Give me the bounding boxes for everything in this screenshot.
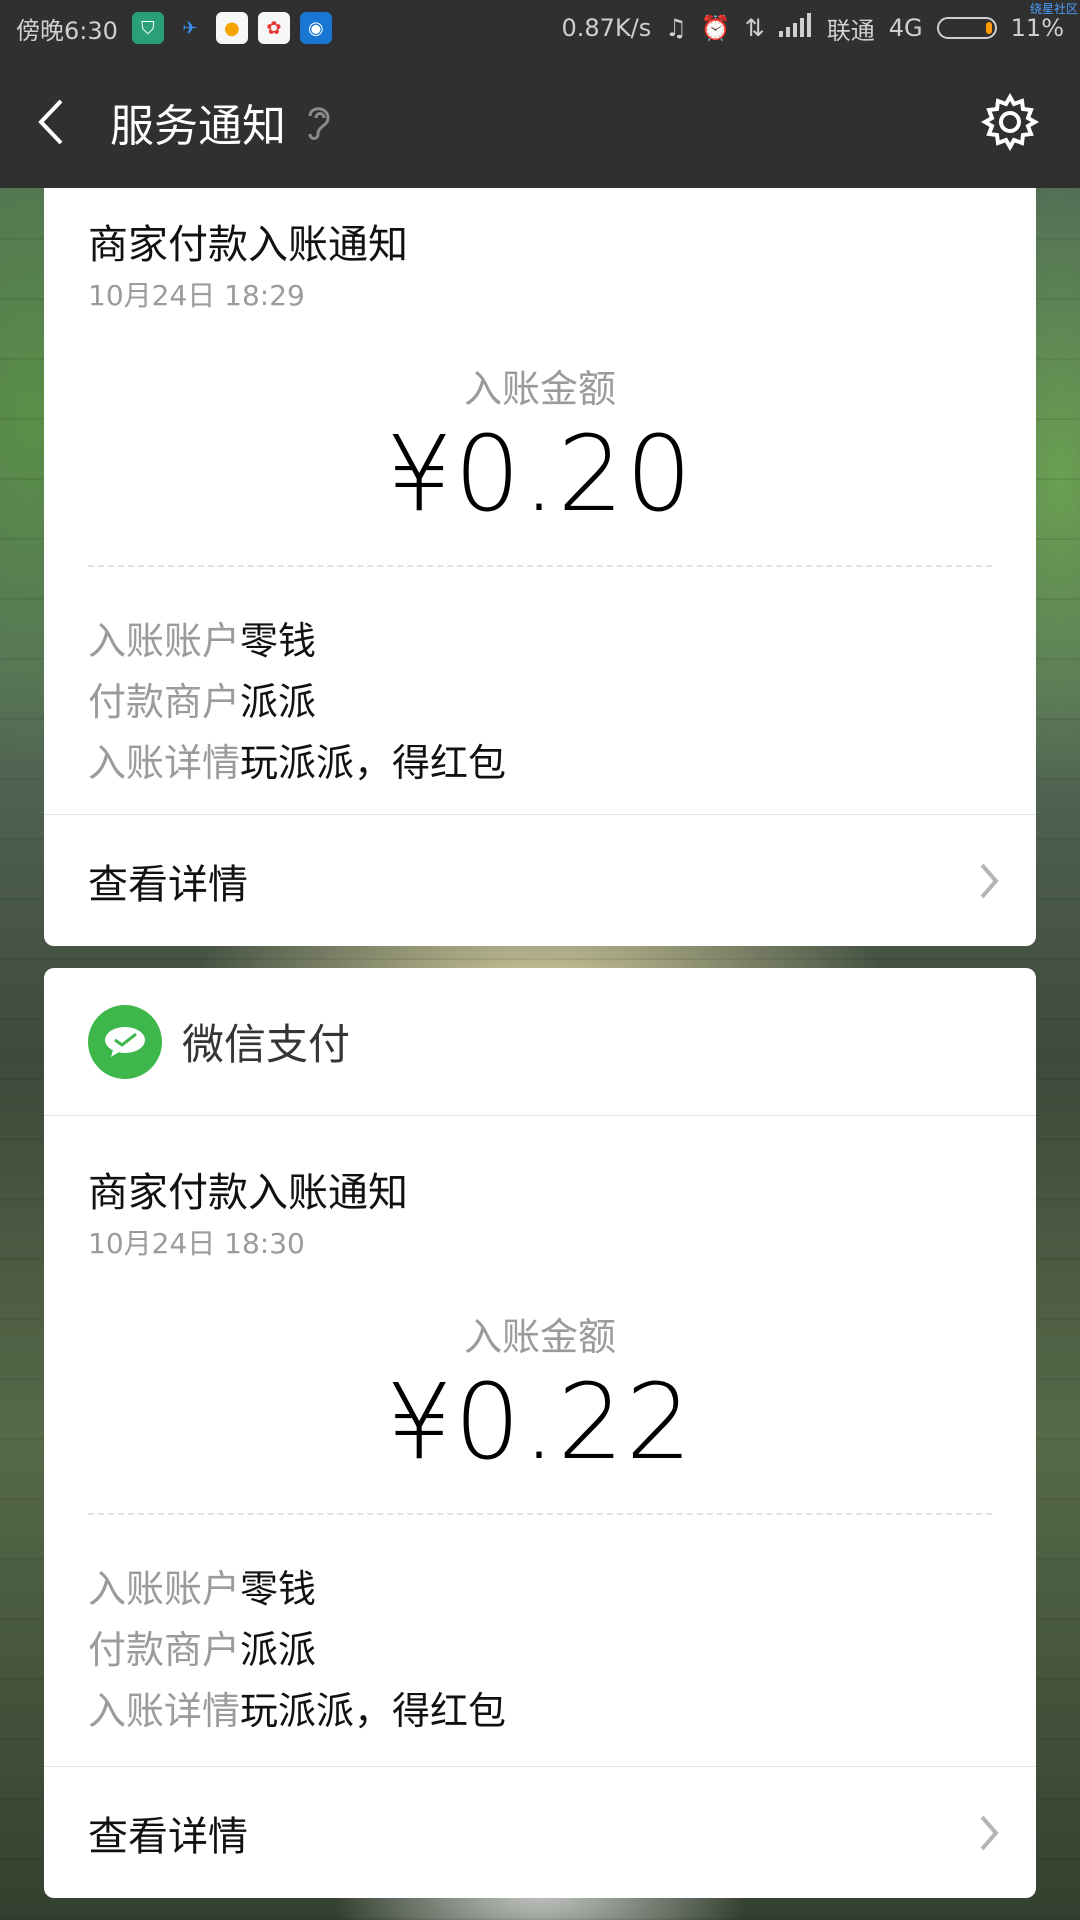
status-bar: 傍晚6:30 ⛉ ✈ ● ✿ ◉ 0.87K/s ♫ ⏰ ⇅ 联通 4G 11%… (0, 0, 1080, 56)
notice-title: 商家付款入账通知 (88, 222, 408, 268)
info-key: 付款商户 (88, 680, 241, 724)
ear-icon (304, 102, 332, 142)
notification-card: 商家付款入账通知 10月24日 18:29 入账金额 ¥0.20 入账账户零钱 … (44, 188, 1036, 946)
info-key: 付款商户 (88, 1628, 241, 1672)
amount-value: ¥0.20 (386, 413, 694, 535)
headphones-icon: ♫ (665, 14, 687, 42)
wechat-pay-label: 微信支付 (182, 1020, 351, 1069)
network-type-text: 4G (888, 14, 923, 42)
colorful-app-icon: ✿ (257, 12, 290, 44)
info-key: 入账账户 (88, 1567, 241, 1611)
settings-button[interactable] (980, 92, 1040, 152)
view-details-button[interactable]: 查看详情 (44, 814, 1036, 946)
info-row: 入账详情玩派派，得红包 (88, 733, 1036, 794)
battery-percent: 11% (1010, 14, 1064, 42)
notice-time: 10月24日 18:29 (88, 279, 305, 312)
back-button[interactable] (0, 56, 100, 188)
info-row: 入账账户零钱 (88, 611, 1036, 672)
notification-card: 微信支付 商家付款入账通知 10月24日 18:30 入账金额 ¥0.22 入账… (44, 968, 1036, 1898)
info-value: 零钱 (240, 1567, 317, 1611)
amount-label: 入账金额 (463, 1315, 616, 1359)
info-key: 入账详情 (88, 1689, 241, 1733)
notice-time: 10月24日 18:30 (88, 1227, 305, 1260)
blue-app-icon: ◉ (299, 12, 332, 44)
watermark-text: 绕星社区 (1029, 2, 1078, 16)
page-title: 服务通知 (110, 101, 286, 152)
wechat-pay-logo (88, 1004, 162, 1079)
battery-icon (936, 17, 997, 39)
info-row: 入账账户零钱 (88, 1559, 1036, 1620)
amount-value: ¥0.22 (386, 1361, 694, 1483)
signal-icon (778, 13, 813, 43)
info-value: 玩派派，得红包 (240, 741, 507, 785)
notice-title: 商家付款入账通知 (88, 1170, 408, 1216)
data-transfer-icon: ⇅ (744, 14, 765, 42)
chevron-right-icon (980, 863, 999, 899)
gear-icon (981, 93, 1039, 151)
info-row: 入账详情玩派派，得红包 (88, 1681, 1036, 1742)
net-speed-text: 0.87K/s (561, 14, 652, 42)
orange-app-icon: ● (215, 12, 248, 44)
info-list: 入账账户零钱 付款商户派派 入账详情玩派派，得红包 (88, 1559, 1036, 1742)
view-details-button[interactable]: 查看详情 (44, 1766, 1036, 1898)
view-details-label: 查看详情 (88, 861, 248, 908)
info-value: 派派 (240, 680, 317, 724)
view-details-label: 查看详情 (88, 1813, 248, 1860)
info-value: 玩派派，得红包 (240, 1689, 507, 1733)
info-key: 入账详情 (88, 741, 241, 785)
info-row: 付款商户派派 (88, 672, 1036, 733)
carrier-text: 联通 (826, 16, 875, 45)
bird-app-icon: ✈ (182, 17, 198, 39)
chevron-right-icon (980, 1815, 999, 1851)
info-row: 付款商户派派 (88, 1620, 1036, 1681)
alarm-icon: ⏰ (700, 14, 731, 42)
info-list: 入账账户零钱 付款商户派派 入账详情玩派派，得红包 (88, 611, 1036, 794)
info-value: 派派 (240, 1628, 317, 1672)
card-header[interactable]: 微信支付 (44, 968, 1036, 1116)
back-arrow-icon (38, 99, 63, 145)
info-key: 入账账户 (88, 619, 241, 663)
info-value: 零钱 (240, 619, 317, 663)
status-time: 傍晚6:30 (16, 16, 118, 45)
shield-app-icon: ⛉ (131, 12, 164, 44)
amount-label: 入账金额 (463, 367, 616, 411)
app-header: 服务通知 (0, 56, 1080, 188)
